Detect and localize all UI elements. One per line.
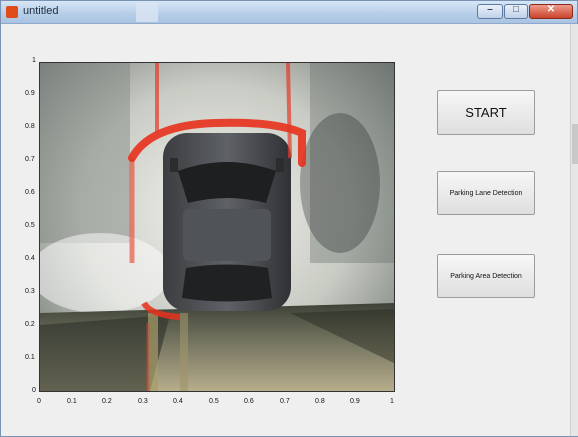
y-tick-label: 0.4: [25, 255, 35, 262]
title-bar-highlight: [136, 3, 158, 22]
matlab-app-icon: [6, 6, 18, 18]
close-icon: ✕: [546, 4, 556, 15]
x-tick-label: 0: [37, 398, 41, 405]
minimize-button[interactable]: –: [477, 4, 503, 19]
y-tick-label: 0.9: [25, 90, 35, 97]
y-tick-label: 0.1: [25, 354, 35, 361]
x-tick-label: 0.6: [244, 398, 254, 405]
y-tick-label: 0.7: [25, 156, 35, 163]
y-tick-label: 0.5: [25, 222, 35, 229]
maximize-button[interactable]: □: [504, 4, 528, 19]
x-tick-label: 0.4: [173, 398, 183, 405]
app-window: untitled – □ ✕ 0 0.1 0.2 0.3 0.4 0.5 0.6…: [0, 0, 578, 437]
title-bar[interactable]: untitled – □ ✕: [1, 1, 577, 24]
x-tick-label: 0.7: [280, 398, 290, 405]
x-tick-label: 0.3: [138, 398, 148, 405]
y-tick-label: 0.3: [25, 288, 35, 295]
x-tick-label: 1: [390, 398, 394, 405]
x-tick-label: 0.9: [350, 398, 360, 405]
vertical-scrollbar[interactable]: [570, 24, 578, 436]
parking-camera-image: [40, 63, 394, 391]
window-title: untitled: [23, 5, 59, 17]
y-tick-label: 1: [32, 57, 36, 64]
y-tick-label: 0.2: [25, 321, 35, 328]
maximize-icon: □: [512, 4, 520, 15]
scrollbar-thumb[interactable]: [572, 124, 578, 164]
x-tick-label: 0.8: [315, 398, 325, 405]
y-tick-label: 0.6: [25, 189, 35, 196]
y-tick-label: 0: [32, 387, 36, 394]
x-tick-label: 0.2: [102, 398, 112, 405]
x-tick-label: 0.5: [209, 398, 219, 405]
parking-lane-detection-button[interactable]: Parking Lane Detection: [437, 171, 535, 215]
image-axes: [39, 62, 395, 392]
parking-area-detection-button[interactable]: Parking Area Detection: [437, 254, 535, 298]
minimize-icon: –: [487, 4, 493, 15]
close-button[interactable]: ✕: [529, 4, 573, 19]
y-tick-label: 0.8: [25, 123, 35, 130]
x-tick-label: 0.1: [67, 398, 77, 405]
start-button[interactable]: START: [437, 90, 535, 135]
